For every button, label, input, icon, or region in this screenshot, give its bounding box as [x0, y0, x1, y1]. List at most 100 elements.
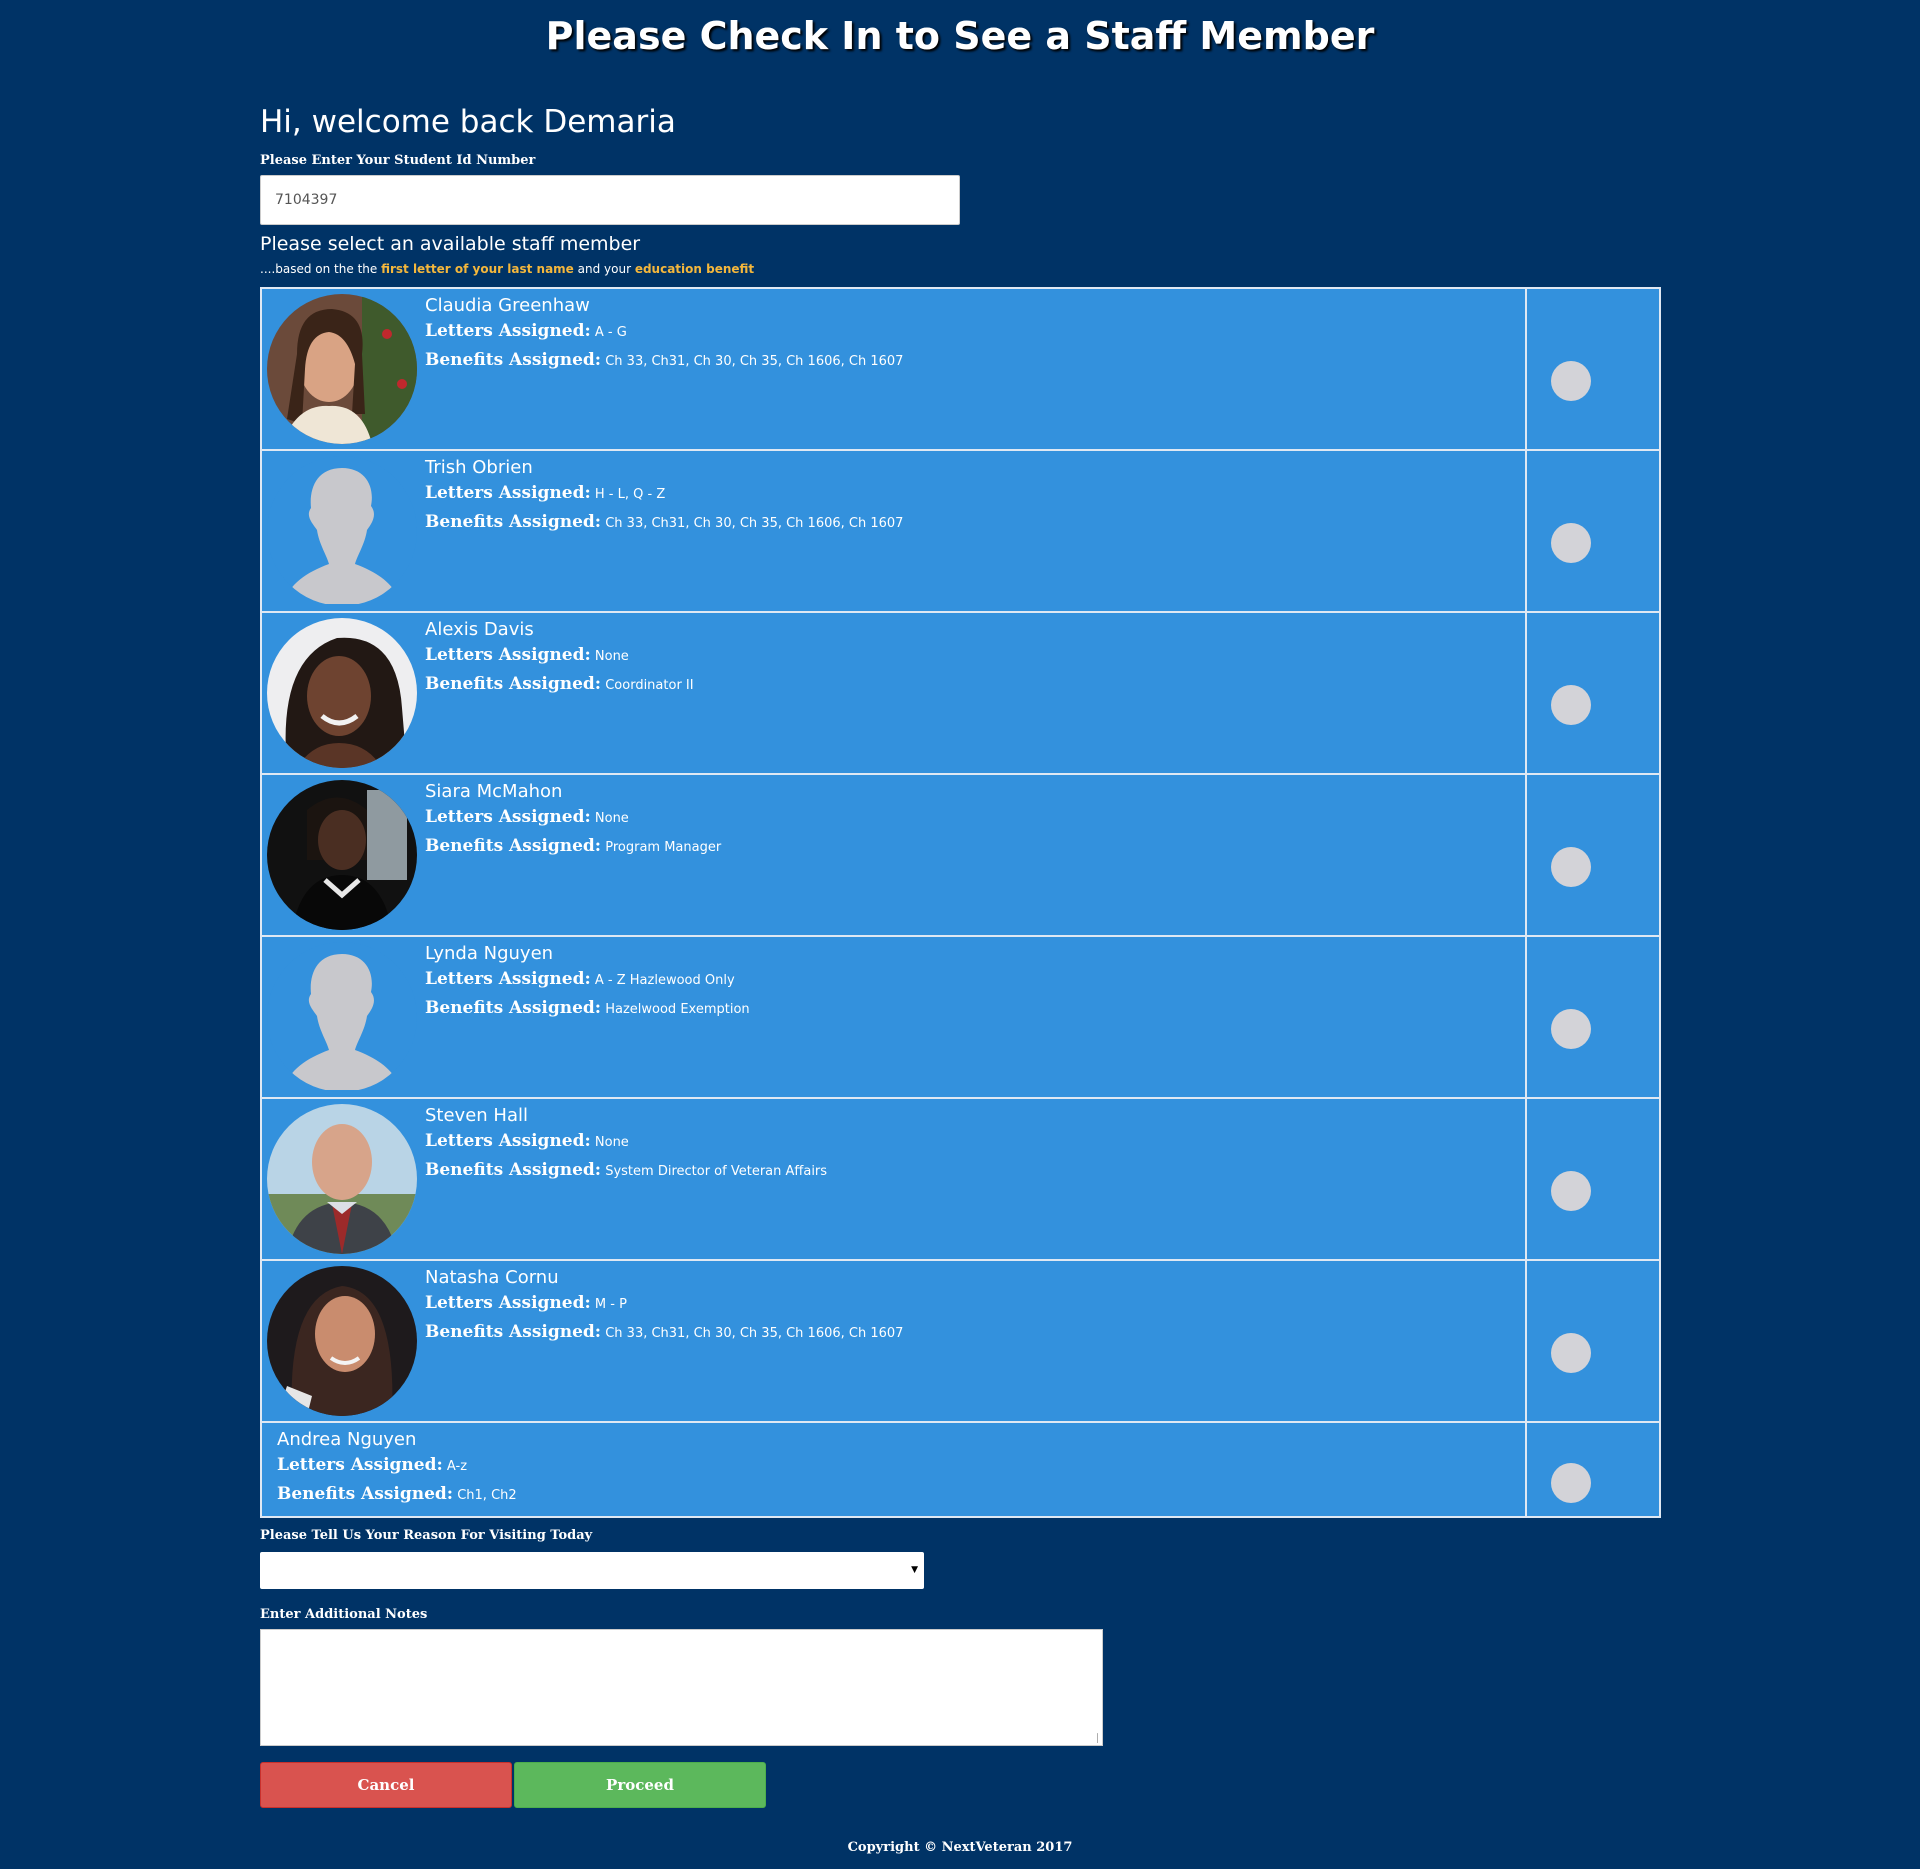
letters-label: Letters Assigned: — [425, 969, 591, 989]
letters-assigned: Letters Assigned: M - P — [425, 1292, 903, 1316]
staff-photo — [267, 1104, 417, 1254]
notes-textarea[interactable]: ∣ — [260, 1629, 1103, 1746]
radio-cell — [1527, 289, 1659, 449]
staff-details: Trish Obrien Letters Assigned: H - L, Q … — [425, 451, 903, 611]
letters-label: Letters Assigned: — [425, 807, 591, 827]
letters-assigned: Letters Assigned: A - Z Hazlewood Only — [425, 968, 750, 992]
benefits-value: Hazelwood Exemption — [605, 1002, 750, 1017]
letters-value: A - Z Hazlewood Only — [594, 973, 735, 988]
benefits-assigned: Benefits Assigned: Ch 33, Ch31, Ch 30, C… — [425, 511, 903, 535]
radio-cell — [1527, 937, 1659, 1097]
staff-photo — [267, 780, 417, 930]
letters-value: None — [594, 811, 629, 826]
letters-label: Letters Assigned: — [425, 321, 591, 341]
benefits-label: Benefits Assigned: — [425, 1160, 602, 1180]
staff-photo — [267, 618, 417, 768]
cancel-button[interactable]: Cancel — [260, 1762, 512, 1808]
notes-label: Enter Additional Notes — [260, 1607, 428, 1622]
staff-row[interactable]: Trish Obrien Letters Assigned: H - L, Q … — [262, 451, 1659, 613]
staff-name: Siara McMahon — [425, 781, 563, 802]
benefits-value: Ch 33, Ch31, Ch 30, Ch 35, Ch 1606, Ch 1… — [605, 354, 904, 369]
silhouette-avatar-icon — [267, 942, 417, 1092]
staff-select-hint: ....based on the the first letter of you… — [260, 262, 754, 276]
benefits-label: Benefits Assigned: — [425, 998, 602, 1018]
benefits-value: Ch 33, Ch31, Ch 30, Ch 35, Ch 1606, Ch 1… — [605, 516, 904, 531]
radio-cell — [1527, 613, 1659, 773]
staff-info: Natasha Cornu Letters Assigned: M - P Be… — [262, 1261, 1527, 1421]
student-id-label: Please Enter Your Student Id Number — [260, 153, 536, 168]
staff-name: Alexis Davis — [425, 619, 534, 640]
staff-radio[interactable] — [1551, 523, 1591, 563]
staff-details: Steven Hall Letters Assigned: None Benef… — [425, 1099, 827, 1259]
footer-copyright: Copyright © NextVeteran 2017 — [847, 1840, 1073, 1855]
staff-radio[interactable] — [1551, 1009, 1591, 1049]
letters-assigned: Letters Assigned: None — [425, 806, 721, 830]
staff-row[interactable]: Andrea Nguyen Letters Assigned: A-z Bene… — [262, 1423, 1659, 1516]
staff-radio[interactable] — [1551, 1171, 1591, 1211]
student-id-input[interactable] — [260, 175, 960, 225]
page-title: Please Check In to See a Staff Member — [545, 14, 1375, 58]
letters-value: A-z — [446, 1459, 468, 1474]
radio-cell — [1527, 1423, 1659, 1516]
letters-assigned: Letters Assigned: None — [425, 644, 694, 668]
staff-details: Lynda Nguyen Letters Assigned: A - Z Haz… — [425, 937, 750, 1097]
staff-name: Natasha Cornu — [425, 1267, 559, 1288]
staff-select-heading: Please select an available staff member — [260, 233, 641, 255]
letters-value: None — [594, 649, 629, 664]
hint-middle: and your — [573, 262, 635, 276]
hint-last-name-highlight: first letter of your last name — [381, 262, 574, 276]
staff-radio[interactable] — [1551, 847, 1591, 887]
staff-name: Claudia Greenhaw — [425, 295, 590, 316]
silhouette-avatar-icon — [267, 456, 417, 606]
staff-details: Siara McMahon Letters Assigned: None Ben… — [425, 775, 721, 935]
letters-label: Letters Assigned: — [425, 1131, 591, 1151]
staff-photo — [267, 294, 417, 444]
hint-prefix: ....based on the the — [260, 262, 382, 276]
staff-radio[interactable] — [1551, 361, 1591, 401]
staff-details: Claudia Greenhaw Letters Assigned: A - G… — [425, 289, 903, 449]
staff-row[interactable]: Lynda Nguyen Letters Assigned: A - Z Haz… — [262, 937, 1659, 1099]
staff-row[interactable]: Alexis Davis Letters Assigned: None Bene… — [262, 613, 1659, 775]
radio-cell — [1527, 1261, 1659, 1421]
benefits-label: Benefits Assigned: — [425, 836, 602, 856]
benefits-assigned: Benefits Assigned: Program Manager — [425, 835, 721, 859]
letters-assigned: Letters Assigned: None — [425, 1130, 827, 1154]
benefits-assigned: Benefits Assigned: Ch1, Ch2 — [277, 1483, 517, 1507]
letters-label: Letters Assigned: — [425, 645, 591, 665]
staff-name: Steven Hall — [425, 1105, 528, 1126]
benefits-label: Benefits Assigned: — [277, 1484, 454, 1504]
benefits-value: Ch1, Ch2 — [457, 1488, 517, 1503]
resize-grip-icon[interactable]: ∣ — [1095, 1733, 1100, 1744]
letters-assigned: Letters Assigned: A-z — [277, 1454, 517, 1478]
staff-info: Claudia Greenhaw Letters Assigned: A - G… — [262, 289, 1527, 449]
staff-info: Lynda Nguyen Letters Assigned: A - Z Haz… — [262, 937, 1527, 1097]
hint-benefit-highlight: education benefit — [634, 262, 755, 276]
benefits-value: Ch 33, Ch31, Ch 30, Ch 35, Ch 1606, Ch 1… — [605, 1326, 904, 1341]
letters-assigned: Letters Assigned: H - L, Q - Z — [425, 482, 903, 506]
reason-select[interactable]: ▼ — [260, 1552, 924, 1589]
reason-label: Please Tell Us Your Reason For Visiting … — [260, 1528, 593, 1543]
staff-name: Andrea Nguyen — [277, 1429, 417, 1450]
staff-row[interactable]: Claudia Greenhaw Letters Assigned: A - G… — [262, 289, 1659, 451]
proceed-button[interactable]: Proceed — [514, 1762, 766, 1808]
benefits-label: Benefits Assigned: — [425, 350, 602, 370]
staff-row[interactable]: Natasha Cornu Letters Assigned: M - P Be… — [262, 1261, 1659, 1423]
benefits-assigned: Benefits Assigned: Ch 33, Ch31, Ch 30, C… — [425, 1321, 903, 1345]
staff-name: Lynda Nguyen — [425, 943, 554, 964]
staff-details: Andrea Nguyen Letters Assigned: A-z Bene… — [262, 1423, 517, 1516]
benefits-value: Program Manager — [605, 840, 722, 855]
staff-table: Claudia Greenhaw Letters Assigned: A - G… — [260, 287, 1661, 1518]
radio-cell — [1527, 1099, 1659, 1259]
benefits-value: System Director of Veteran Affairs — [605, 1164, 828, 1179]
letters-value: None — [594, 1135, 629, 1150]
staff-radio[interactable] — [1551, 1333, 1591, 1373]
benefits-assigned: Benefits Assigned: Coordinator II — [425, 673, 694, 697]
staff-radio[interactable] — [1551, 685, 1591, 725]
benefits-label: Benefits Assigned: — [425, 1322, 602, 1342]
letters-label: Letters Assigned: — [425, 483, 591, 503]
staff-radio[interactable] — [1551, 1463, 1591, 1503]
staff-info: Alexis Davis Letters Assigned: None Bene… — [262, 613, 1527, 773]
staff-photo — [267, 1266, 417, 1416]
staff-row[interactable]: Siara McMahon Letters Assigned: None Ben… — [262, 775, 1659, 937]
staff-row[interactable]: Steven Hall Letters Assigned: None Benef… — [262, 1099, 1659, 1261]
